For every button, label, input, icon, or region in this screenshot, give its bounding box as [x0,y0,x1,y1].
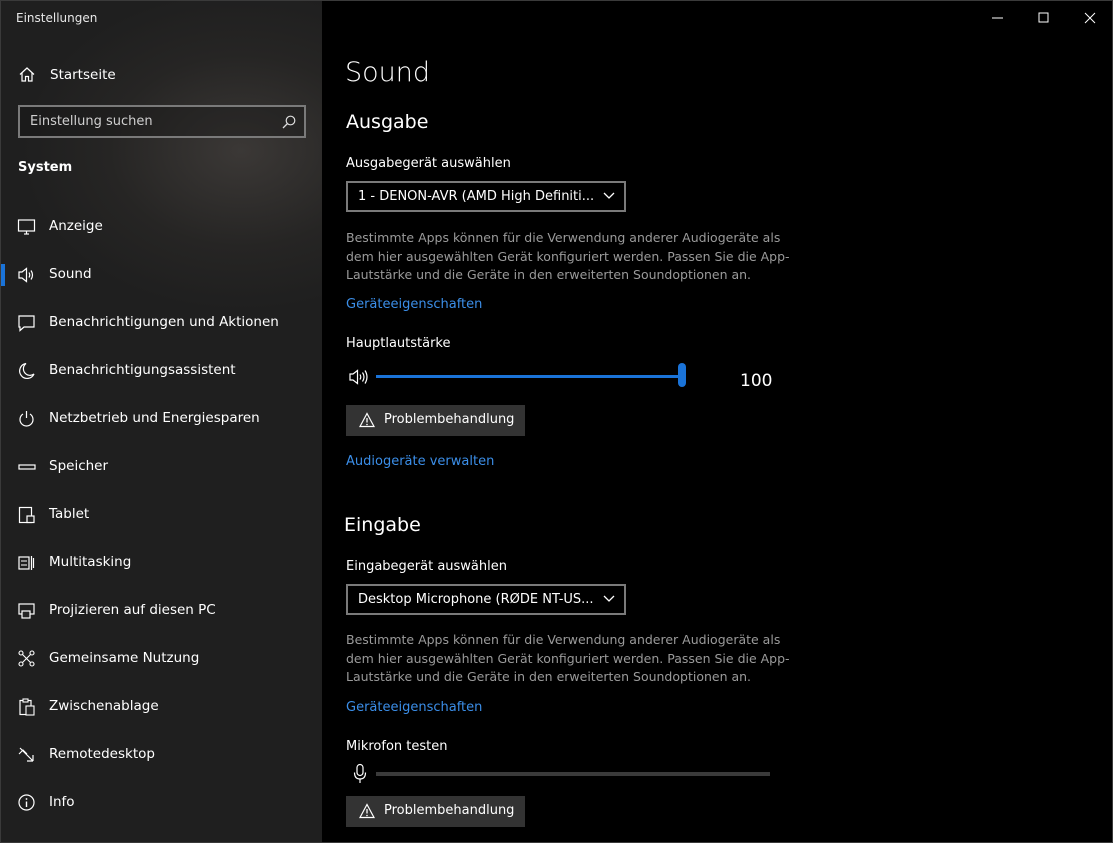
project-icon [18,603,35,619]
search-icon[interactable] [281,114,297,130]
monitor-icon [17,219,36,235]
sidebar-item-benachrichtigungen[interactable]: Benachrichtigungen und Aktionen [1,299,322,347]
volume-label: Hauptlautstärke [346,336,451,351]
sidebar: Einstellungen Startseite System A [1,1,322,842]
multitasking-icon [18,556,35,570]
sidebar-item-gemeinsame-nutzung[interactable]: Gemeinsame Nutzung [1,635,322,683]
sidebar-item-netzbetrieb[interactable]: Netzbetrieb und Energiesparen [1,395,322,443]
section-heading: System [18,160,73,175]
tablet-icon [18,506,35,524]
maximize-icon [1038,12,1049,23]
sidebar-item-label: Sound [49,266,92,282]
chevron-down-icon [603,595,615,602]
home-icon [19,67,35,82]
volume-value: 100 [740,371,773,391]
settings-window: Einstellungen Startseite System A [0,0,1113,843]
home-link[interactable]: Startseite [1,61,322,89]
warning-icon [359,412,375,428]
sidebar-item-label: Multitasking [49,554,132,570]
sidebar-item-tablet[interactable]: Tablet [1,491,322,539]
page-title: Sound [345,57,431,88]
window-title: Einstellungen [16,11,98,25]
sidebar-item-label: Zwischenablage [49,698,159,714]
output-heading: Ausgabe [346,111,429,133]
close-button[interactable] [1067,1,1112,35]
output-device-dropdown[interactable]: 1 - DENON-AVR (AMD High Definiti... [346,181,626,212]
info-icon [18,794,35,811]
sidebar-item-label: Tablet [49,506,90,522]
moon-icon [19,362,35,380]
manage-audio-devices-link[interactable]: Audiogeräte verwalten [346,454,494,469]
input-troubleshoot-button[interactable]: Problembehandlung [346,796,525,827]
input-device-dropdown[interactable]: Desktop Microphone (RØDE NT-US... [346,584,626,615]
notification-icon [18,315,35,332]
sidebar-item-projizieren[interactable]: Projizieren auf diesen PC [1,587,322,635]
search-input[interactable] [20,107,304,136]
sidebar-item-label: Anzeige [49,218,103,234]
sidebar-item-label: Info [49,794,75,810]
storage-icon [18,464,36,470]
sidebar-item-label: Remotedesktop [49,746,155,762]
minimize-icon [992,17,1003,19]
speaker-icon [18,267,34,283]
sidebar-item-remotedesktop[interactable]: Remotedesktop [1,731,322,779]
sidebar-item-label: Gemeinsame Nutzung [49,650,200,666]
volume-speaker-icon[interactable] [348,367,370,387]
close-icon [1084,12,1096,24]
sidebar-item-zwischenablage[interactable]: Zwischenablage [1,683,322,731]
volume-slider[interactable] [376,363,686,387]
sidebar-item-speicher[interactable]: Speicher [1,443,322,491]
chevron-down-icon [603,192,615,199]
remote-desktop-icon [18,747,34,762]
warning-icon [359,803,375,819]
output-troubleshoot-button[interactable]: Problembehandlung [346,405,525,436]
clipboard-icon [19,698,35,716]
input-device-label: Eingabegerät auswählen [346,559,507,574]
sidebar-item-label: Netzbetrieb und Energiesparen [49,410,260,426]
input-heading: Eingabe [344,514,421,536]
share-icon [18,650,35,667]
input-description: Bestimmte Apps können für die Verwendung… [346,632,790,684]
output-troubleshoot-label: Problembehandlung [384,412,515,427]
mic-test-label: Mikrofon testen [346,739,448,754]
sidebar-item-sound[interactable]: Sound [1,251,322,299]
main-pane: Sound Ausgabe Ausgabegerät auswählen 1 -… [322,1,1112,842]
output-description: Bestimmte Apps können für die Verwendung… [346,230,790,282]
search-box[interactable] [18,105,306,138]
sidebar-item-label: Projizieren auf diesen PC [49,602,216,618]
minimize-button[interactable] [975,1,1021,35]
maximize-button[interactable] [1021,1,1067,35]
sidebar-item-anzeige[interactable]: Anzeige [1,203,322,251]
power-icon [19,411,34,427]
selection-indicator [1,264,5,286]
input-troubleshoot-label: Problembehandlung [384,803,515,818]
sidebar-item-label: Benachrichtigungsassistent [49,362,236,378]
sidebar-item-benachrichtigungsassistent[interactable]: Benachrichtigungsassistent [1,347,322,395]
input-properties-link[interactable]: Geräteeigenschaften [346,700,482,715]
volume-slider-thumb[interactable] [678,363,686,387]
volume-slider-fill [376,375,686,378]
microphone-icon [353,763,367,783]
sidebar-item-label: Benachrichtigungen und Aktionen [49,314,279,330]
sidebar-item-info[interactable]: Info [1,779,322,827]
input-device-value: Desktop Microphone (RØDE NT-US... [358,592,594,607]
sidebar-item-label: Speicher [49,458,109,474]
output-properties-link[interactable]: Geräteeigenschaften [346,297,482,312]
output-device-label: Ausgabegerät auswählen [346,156,511,171]
sidebar-nav: Anzeige Sound Benachrichtigungen und Akt… [1,203,322,827]
mic-level-bar [376,772,770,776]
home-label: Startseite [50,67,116,83]
output-device-value: 1 - DENON-AVR (AMD High Definiti... [358,189,595,204]
sidebar-item-multitasking[interactable]: Multitasking [1,539,322,587]
